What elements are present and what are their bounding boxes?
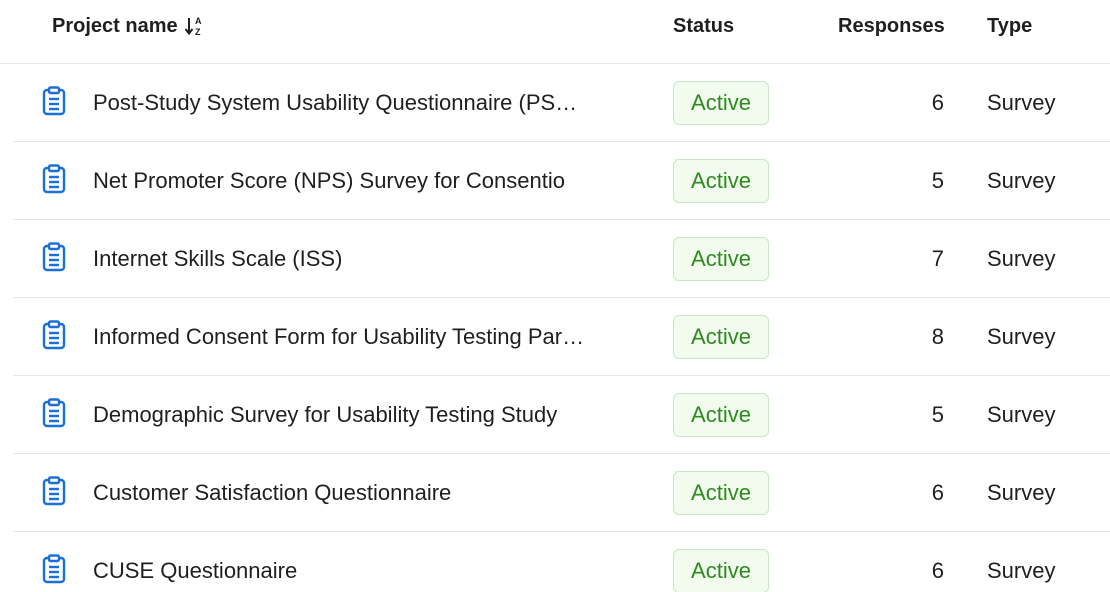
response-count: 7 — [931, 246, 944, 271]
project-name-link[interactable]: CUSE Questionnaire — [93, 558, 297, 584]
project-type: Survey — [987, 168, 1056, 193]
status-badge: Active — [673, 81, 769, 125]
project-name-link[interactable]: Demographic Survey for Usability Testing… — [93, 402, 557, 428]
project-type: Survey — [987, 90, 1056, 115]
project-type: Survey — [987, 558, 1056, 583]
column-header-project-name[interactable]: Project name A Z — [52, 14, 204, 38]
clipboard-icon — [42, 398, 66, 428]
column-header-type[interactable]: Type — [987, 14, 1032, 38]
clipboard-icon — [42, 476, 66, 506]
status-badge: Active — [673, 159, 769, 203]
svg-text:A: A — [195, 16, 202, 26]
clipboard-icon — [42, 242, 66, 272]
response-count: 6 — [931, 480, 944, 505]
svg-text:Z: Z — [195, 27, 201, 37]
project-type: Survey — [987, 402, 1056, 427]
response-count: 8 — [931, 324, 944, 349]
project-name-link[interactable]: Net Promoter Score (NPS) Survey for Cons… — [93, 168, 565, 194]
status-badge: Active — [673, 393, 769, 437]
clipboard-icon — [42, 164, 66, 194]
status-badge: Active — [673, 549, 769, 592]
clipboard-icon — [42, 554, 66, 584]
response-count: 5 — [931, 168, 944, 193]
project-name-link[interactable]: Internet Skills Scale (ISS) — [93, 246, 342, 272]
sort-alpha-down-icon[interactable]: A Z — [184, 15, 204, 37]
table-row[interactable]: Customer Satisfaction Questionnaire Activ… — [13, 454, 1110, 532]
clipboard-icon — [42, 320, 66, 350]
status-badge: Active — [673, 471, 769, 515]
table-row[interactable]: Demographic Survey for Usability Testing… — [13, 376, 1110, 454]
table-row[interactable]: Net Promoter Score (NPS) Survey for Cons… — [13, 142, 1110, 220]
project-name-link[interactable]: Post-Study System Usability Questionnair… — [93, 90, 577, 116]
response-count: 6 — [931, 90, 944, 115]
project-type: Survey — [987, 480, 1056, 505]
status-badge: Active — [673, 315, 769, 359]
column-header-responses[interactable]: Responses — [838, 14, 945, 38]
table-row[interactable]: CUSE Questionnaire Active 6 Survey — [13, 532, 1110, 592]
table-header: Project name A Z Status Responses Type — [0, 0, 1110, 64]
table-row[interactable]: Informed Consent Form for Usability Test… — [13, 298, 1110, 376]
table-row[interactable]: Internet Skills Scale (ISS) Active 7 Survey — [13, 220, 1110, 298]
project-type: Survey — [987, 324, 1056, 349]
response-count: 6 — [931, 558, 944, 583]
project-name-link[interactable]: Informed Consent Form for Usability Test… — [93, 324, 584, 350]
projects-table: Project name A Z Status Responses Type P… — [0, 0, 1110, 592]
column-header-status[interactable]: Status — [673, 14, 734, 38]
project-type: Survey — [987, 246, 1056, 271]
column-header-label: Project name — [52, 15, 178, 37]
clipboard-icon — [42, 86, 66, 116]
status-badge: Active — [673, 237, 769, 281]
table-row[interactable]: Post-Study System Usability Questionnair… — [13, 64, 1110, 142]
response-count: 5 — [931, 402, 944, 427]
project-name-link[interactable]: Customer Satisfaction Questionnaire — [93, 480, 451, 506]
